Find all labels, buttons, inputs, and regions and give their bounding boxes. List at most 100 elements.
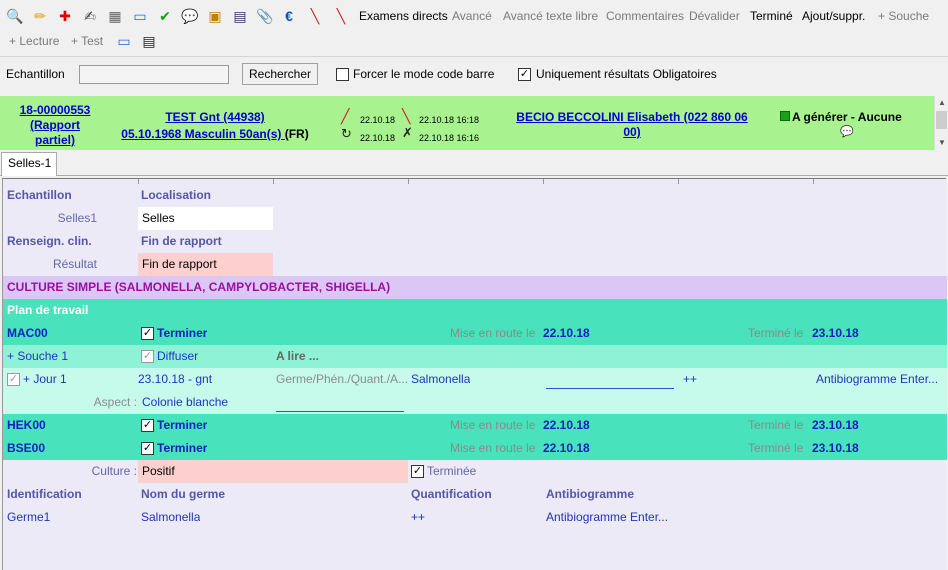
tab-bar [0,150,948,176]
terminer-label: Terminer [157,441,208,455]
paperclip-icon[interactable]: 📎 [256,7,274,25]
termine-date: 23.10.18 [812,326,859,340]
termine-label: Terminé le [748,326,804,340]
entry-underline[interactable] [276,411,404,412]
patient-nationality: (FR) [284,127,309,141]
mandatory-only-checkbox[interactable]: ✓ [518,68,531,81]
scroll-up-icon[interactable]: ▲ [938,98,946,107]
terminer-checkbox[interactable]: ✓ [141,327,154,341]
mise-en-route-date: 22.10.18 [543,326,590,340]
mise-en-route-label: Mise en route le [450,326,536,340]
toolbar-avance[interactable]: Avancé [452,8,492,24]
diffuser-label: Diffuser [157,349,199,363]
monitor-icon[interactable]: ▤ [231,7,249,25]
comment-icon[interactable]: 💬 [840,125,854,138]
add-red-cross-icon[interactable]: ✚ [56,7,74,25]
patient-demographics-link[interactable]: 05.10.1968 Masculin 50an(s) [121,127,284,141]
germ-column-label: Germe/Phén./Quant./A... [276,372,409,386]
terminer-checkbox[interactable]: ✓ [141,442,154,456]
mandatory-only-label: Uniquement résultats Obligatoires [536,67,717,81]
jour-checkbox[interactable]: ✓ [7,373,20,387]
force-barcode-label: Forcer le mode code barre [353,67,495,81]
resultat-row: Résultat Fin de rapport [3,253,947,276]
col-header-renseign: Renseign. clin. [7,234,92,248]
tube-icon[interactable]: ▭ [115,32,133,50]
doctor-link[interactable]: BECIO BECCOLINI Elisabeth (022 860 06 00… [500,111,764,139]
syringe-add-icon[interactable]: ╲ [332,7,350,25]
checkmark-icon[interactable]: ✔ [156,7,174,25]
report-icon[interactable]: ▣ [206,7,224,25]
scroll-thumb[interactable] [936,111,947,129]
terminee-toggle[interactable]: ✓ Terminée [411,460,476,483]
diffuser-checkbox[interactable]: ✓ [141,350,154,364]
date-receive: 22.10.18 16:18 [419,115,480,125]
comment-icon[interactable]: 💬 [181,7,199,25]
euro-icon[interactable]: € [280,7,298,25]
jour-antibiogramme[interactable]: Antibiogramme Enter... [816,368,944,391]
edit-icon[interactable]: ✍ [81,7,99,25]
toolbar-termine[interactable]: Terminé [750,8,793,24]
syringe-draw-icon: ╱ [341,108,350,124]
toolbar-lecture[interactable]: + Lecture [9,33,59,49]
jour-link: + Jour 1 [23,372,67,386]
col-header-nom-germe: Nom du germe [141,487,226,501]
germe-id[interactable]: Germe1 [7,506,50,529]
toolbar-souche[interactable]: + Souche [878,8,929,24]
aspect-row: Aspect : Colonie blanche [3,391,947,414]
pencil-icon[interactable]: ✏ [31,7,49,25]
plan-travail-title: Plan de travail [7,303,89,317]
termine-date: 23.10.18 [812,418,859,432]
toolbar-examens-directs[interactable]: Examens directs [359,8,448,24]
terminee-checkbox[interactable]: ✓ [411,465,424,479]
localisation-field[interactable]: Selles [138,207,273,230]
toolbar-commentaires[interactable]: Commentaires [606,8,684,24]
result-grid: Echantillon Localisation Selles1 Selles … [2,178,947,570]
sample-status: (Rapport [30,118,80,132]
jour-germ[interactable]: Salmonella [411,368,470,391]
toolbar-avance-texte-libre[interactable]: Avancé texte libre [503,8,598,24]
jour-toggle[interactable]: ✓ + Jour 1 [7,368,67,391]
scroll-down-icon[interactable]: ▼ [938,138,946,147]
tab-selles-1[interactable]: Selles-1 [1,152,57,176]
germe-antibiogramme[interactable]: Antibiogramme Enter... [546,506,668,529]
souche-link[interactable]: + Souche 1 [7,345,68,368]
document-icon[interactable]: ▤ [140,32,158,50]
box-icon[interactable]: ▦ [106,7,124,25]
tube-icon[interactable]: ▭ [131,7,149,25]
terminer-label: Terminer [157,418,208,432]
col-header-localisation: Localisation [141,188,212,202]
rechercher-button[interactable]: Rechercher [242,63,318,85]
culture-field[interactable]: Positif [138,460,408,483]
echantillon-input[interactable] [79,65,229,84]
col-header-echantillon: Echantillon [7,188,72,202]
syringe-icon[interactable]: ╲ [306,7,324,25]
germe-name[interactable]: Salmonella [141,506,200,529]
patient-scrollbar[interactable]: ▲ ▼ [934,96,948,150]
toolbar-test[interactable]: + Test [71,33,103,49]
date-draw: 22.10.18 [360,115,396,125]
toolbar-devalider[interactable]: Dévalider [689,8,740,24]
doctor-name: BECIO BECCOLINI Elisabeth (022 860 06 [516,110,748,124]
diffuser-toggle[interactable]: ✓ Diffuser [141,345,198,368]
search-icon[interactable]: 🔍 [6,7,24,25]
germe-quantification[interactable]: ++ [411,506,425,529]
resultat-field[interactable]: Fin de rapport [138,253,273,276]
terminer-toggle[interactable]: ✓ Terminer [141,414,207,437]
terminer-toggle[interactable]: ✓ Terminer [141,322,207,345]
col-header-antibiogramme: Antibiogramme [546,487,635,501]
aspect-value[interactable]: Colonie blanche [142,391,228,414]
col-header-fin-rapport: Fin de rapport [141,234,222,248]
force-barcode-checkbox[interactable] [336,68,349,81]
toolbar-ajout-suppr[interactable]: Ajout/suppr. [802,8,865,24]
terminer-checkbox[interactable]: ✓ [141,419,154,433]
termine-label: Terminé le [748,441,804,455]
jour-quantification[interactable]: ++ [683,368,697,391]
culture-title-row: CULTURE SIMPLE (SALMONELLA, CAMPYLOBACTE… [3,276,947,299]
terminer-toggle[interactable]: ✓ Terminer [141,437,207,460]
sample-status-cont: partiel) [34,133,75,147]
entry-underline[interactable] [546,388,674,389]
patient-name-link[interactable]: TEST Gnt (44938) [112,111,318,124]
jour-date: 23.10.18 - gnt [138,372,213,386]
souche-row: + Souche 1 ✓ Diffuser A lire ... [3,345,947,368]
sample-id-link[interactable]: 18-00000553 (Rapport partiel) [17,104,93,147]
